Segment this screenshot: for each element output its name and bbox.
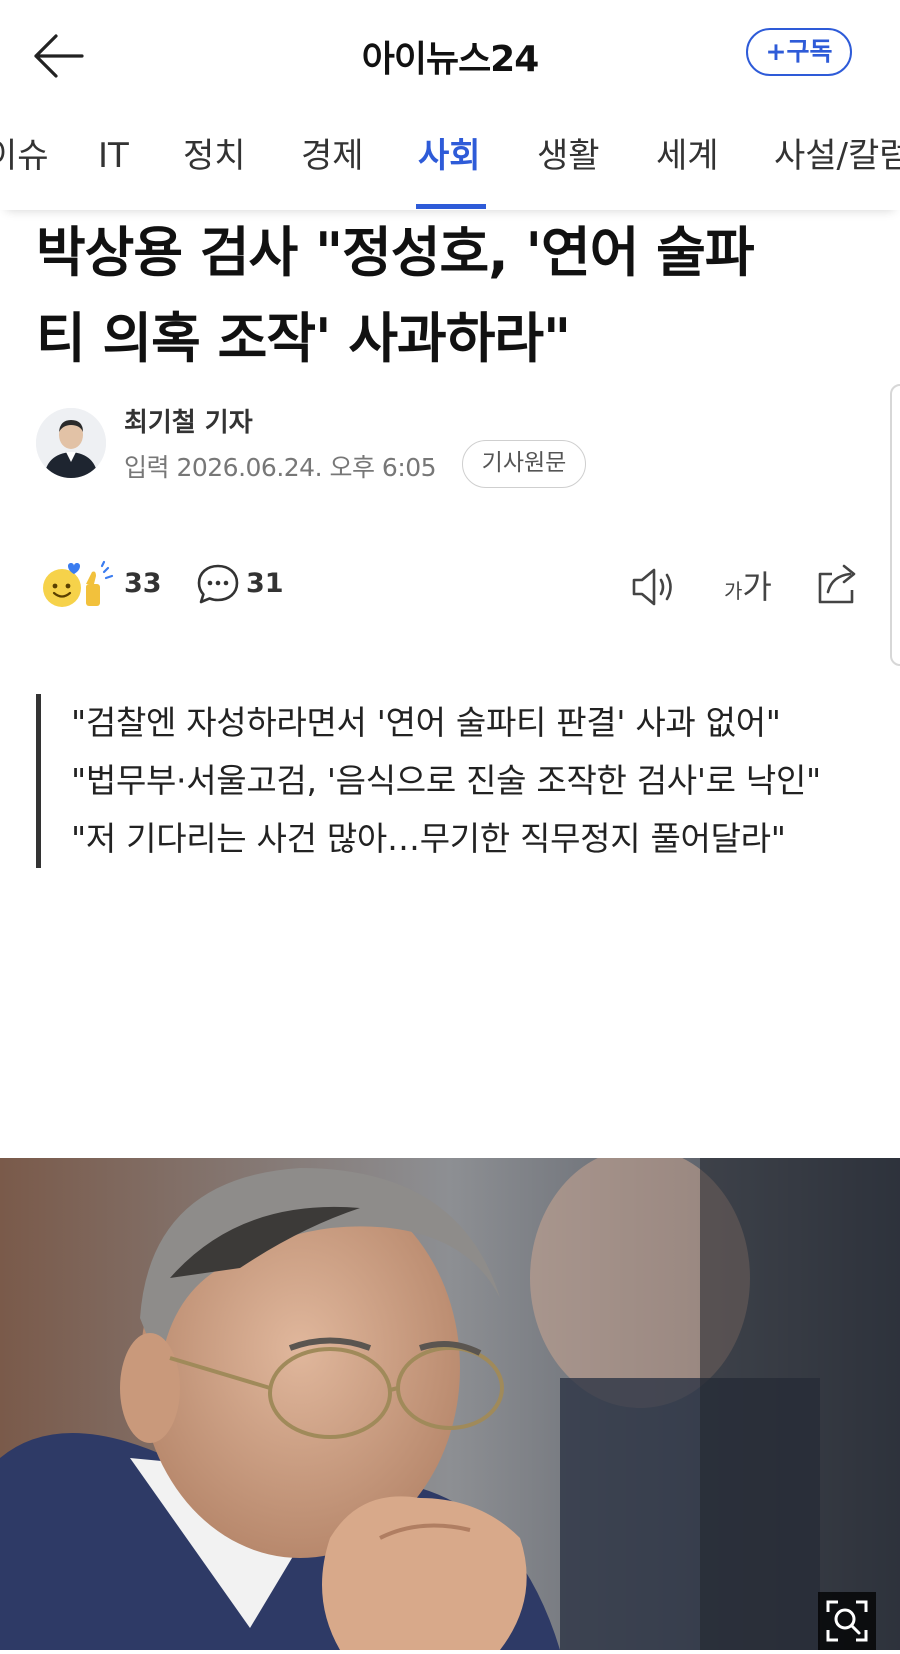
published-date: 입력 2026.06.24. 오후 6:05: [124, 453, 437, 482]
font-size-large-label: 가: [742, 568, 772, 606]
active-tab-indicator: [416, 204, 486, 209]
comment-bubble-icon: [197, 564, 239, 604]
comment-count: 31: [246, 568, 284, 599]
speaker-icon: [632, 568, 672, 606]
article-photo[interactable]: [0, 1158, 900, 1650]
tab-society[interactable]: 사회: [418, 134, 481, 178]
headline-line-1: 박상용 검사 "정성호, '연어 술파: [36, 221, 755, 284]
reporter-photo-icon: [36, 408, 106, 478]
article-headline: 박상용 검사 "정성호, '연어 술파 티 의혹 조작' 사과하라": [36, 210, 856, 382]
summary-line-2: "법무부·서울고검, '음식으로 진술 조작한 검사'로 낙인": [71, 761, 821, 800]
comment-button[interactable]: [196, 562, 240, 606]
app-bar: 아이뉴스24 +구독: [0, 0, 900, 110]
emoji-reaction-icon: [43, 560, 114, 607]
share-button[interactable]: [814, 562, 860, 606]
original-article-button[interactable]: 기사원문: [462, 440, 586, 488]
tab-world[interactable]: 세계: [656, 134, 719, 178]
tab-editorial[interactable]: 사설/칼럼: [774, 134, 900, 178]
font-size-button[interactable]: 가가: [724, 562, 780, 606]
tab-issue[interactable]: 이슈: [0, 134, 49, 178]
article-summary: "검찰엔 자성하라면서 '연어 술파티 판결' 사과 없어" "법무부·서울고검…: [36, 694, 846, 868]
side-panel-edge[interactable]: [890, 384, 900, 666]
zoom-button[interactable]: [818, 1592, 876, 1650]
subscribe-button[interactable]: +구독: [746, 28, 852, 76]
share-icon: [818, 564, 856, 604]
tab-it[interactable]: IT: [98, 134, 129, 178]
tab-economy[interactable]: 경제: [301, 134, 364, 178]
font-size-small-label: 가: [724, 579, 743, 603]
photo-illustration: [0, 1158, 900, 1650]
tab-politics[interactable]: 정치: [183, 134, 246, 178]
summary-line-1: "검찰엔 자성하라면서 '연어 술파티 판결' 사과 없어": [71, 703, 781, 742]
reporter-avatar[interactable]: [36, 408, 106, 478]
reporter-name[interactable]: 최기철 기자: [124, 402, 253, 439]
reaction-button[interactable]: [40, 560, 118, 610]
listen-button[interactable]: [630, 566, 678, 608]
summary-line-3: "저 기다리는 사건 많아…무기한 직무정지 풀어달라": [71, 819, 786, 858]
zoom-icon: [826, 1600, 868, 1642]
tab-living[interactable]: 생활: [537, 134, 600, 178]
category-tabs: 이슈 IT 정치 경제 사회 생활 세계 사설/칼럼: [0, 118, 900, 210]
headline-line-2: 티 의혹 조작' 사과하라": [36, 307, 571, 370]
reaction-count: 33: [124, 568, 162, 599]
